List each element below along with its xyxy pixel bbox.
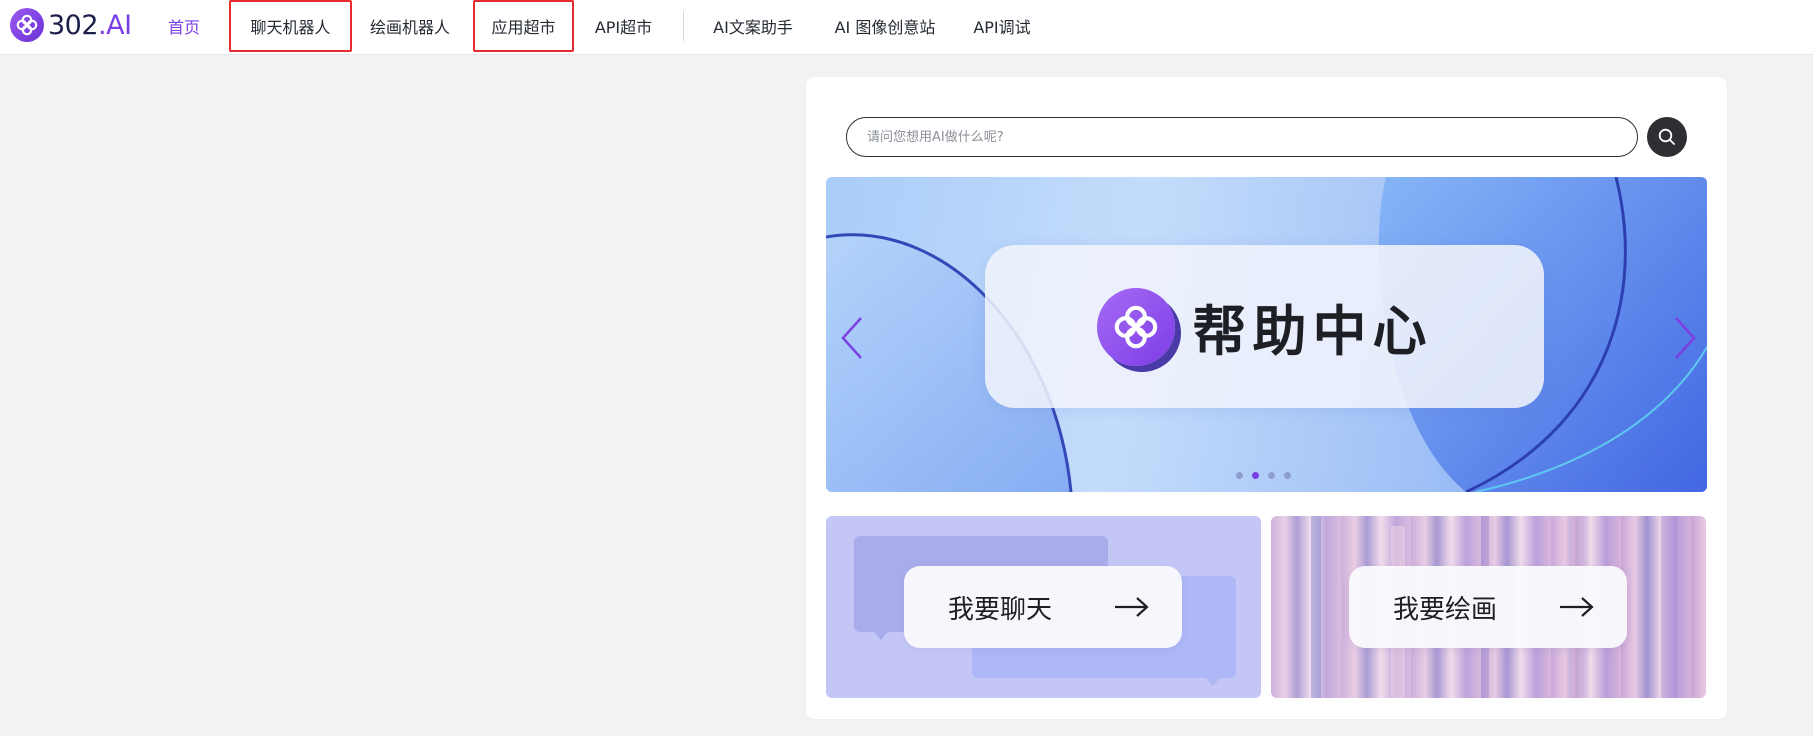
- chevron-right-icon: [1675, 317, 1696, 359]
- draw-entry-button[interactable]: 我要绘画: [1349, 566, 1627, 648]
- carousel-dot-4[interactable]: [1284, 472, 1291, 479]
- banner-panel: 帮助中心: [985, 245, 1544, 408]
- chat-entry-button[interactable]: 我要聊天: [904, 566, 1182, 648]
- brand-name: 302.AI: [48, 9, 132, 41]
- chevron-left-icon: [841, 317, 862, 359]
- nav-chatbot[interactable]: 聊天机器人: [229, 0, 352, 52]
- banner-carousel[interactable]: 帮助中心: [826, 177, 1707, 492]
- carousel-indicators: [1236, 472, 1291, 479]
- draw-entry-tile[interactable]: 我要绘画: [1271, 516, 1706, 698]
- arrow-right-icon: [1115, 597, 1149, 617]
- top-navigation-bar: 302.AI 首页 聊天机器人 绘画机器人 应用超市 API超市 AI文案助手 …: [0, 0, 1813, 55]
- 302ai-logo-icon: [10, 8, 44, 42]
- nav-ai-image-site[interactable]: AI 图像创意站: [829, 0, 941, 52]
- search-button[interactable]: [1647, 117, 1687, 157]
- carousel-dot-3[interactable]: [1268, 472, 1275, 479]
- draw-entry-label: 我要绘画: [1393, 594, 1498, 625]
- carousel-prev-button[interactable]: [832, 314, 872, 362]
- nav-ai-copywriter[interactable]: AI文案助手: [710, 0, 796, 52]
- nav-app-market[interactable]: 应用超市: [473, 0, 574, 52]
- chat-entry-label: 我要聊天: [948, 594, 1053, 625]
- nav-api-debug[interactable]: API调试: [969, 0, 1035, 52]
- nav-divider: [683, 11, 684, 41]
- home-card: 帮助中心 我要聊天: [806, 77, 1727, 719]
- arrow-right-icon: [1560, 597, 1594, 617]
- carousel-dot-2[interactable]: [1252, 472, 1259, 479]
- 302ai-logo-icon: [1096, 287, 1175, 366]
- search-input[interactable]: [846, 117, 1638, 157]
- nav-api-market[interactable]: API超市: [590, 0, 657, 52]
- brand-logo[interactable]: 302.AI: [10, 8, 132, 42]
- chat-entry-tile[interactable]: 我要聊天: [826, 516, 1261, 698]
- banner-title: 帮助中心: [1192, 300, 1433, 363]
- carousel-dot-1[interactable]: [1236, 472, 1243, 479]
- search-icon: [1658, 128, 1675, 145]
- carousel-next-button[interactable]: [1665, 314, 1705, 362]
- nav-home[interactable]: 首页: [160, 0, 208, 52]
- nav-drawbot[interactable]: 绘画机器人: [364, 0, 456, 52]
